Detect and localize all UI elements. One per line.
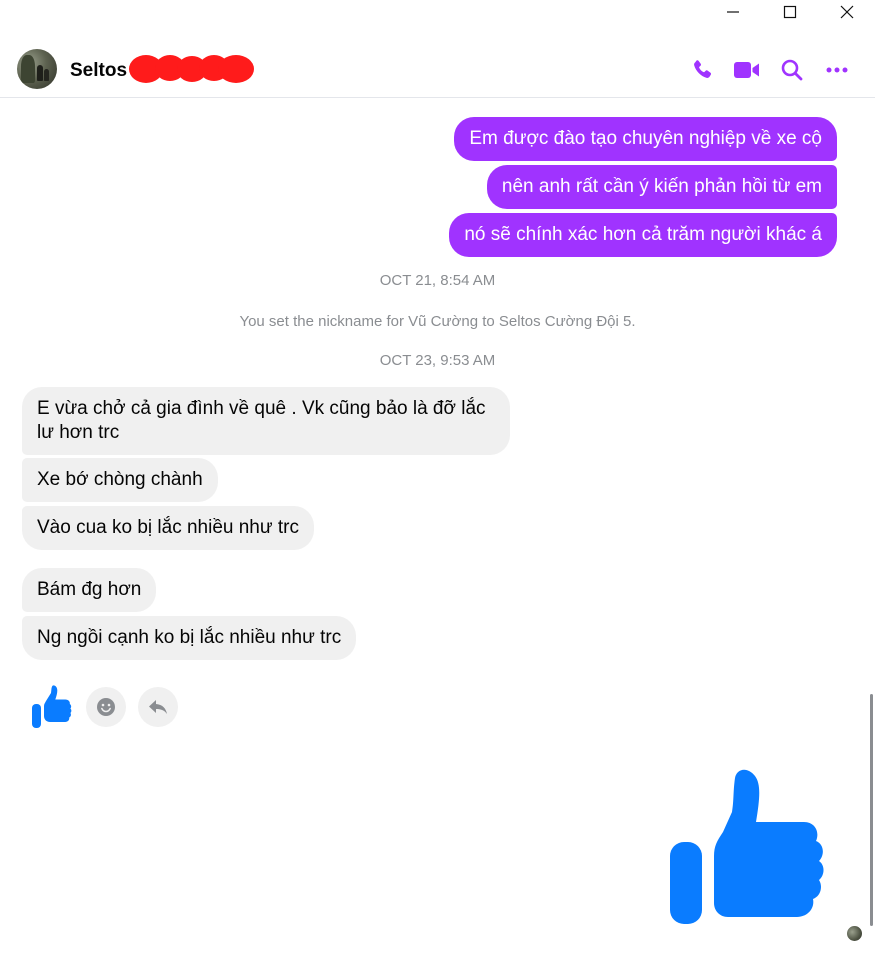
minimize-icon	[726, 11, 739, 13]
thumbs-up-icon[interactable]	[30, 684, 74, 730]
window-controls	[704, 0, 875, 24]
header-actions	[679, 56, 859, 84]
incoming-message[interactable]: Ng ngồi cạnh ko bị lắc nhiều như trc	[22, 616, 357, 660]
maximize-button[interactable]	[761, 0, 818, 24]
timestamp: OCT 23, 9:53 AM	[379, 352, 496, 369]
close-icon	[840, 5, 853, 19]
incoming-message[interactable]: Bám đg hơn	[22, 568, 157, 612]
contact-name[interactable]: Seltos	[70, 60, 127, 82]
video-call-button[interactable]	[724, 56, 769, 84]
contact-avatar[interactable]	[17, 49, 57, 89]
search-conversation-button[interactable]	[769, 56, 814, 84]
maximize-icon	[783, 5, 796, 19]
more-options-button[interactable]	[814, 56, 859, 84]
reply-button[interactable]	[138, 687, 178, 727]
incoming-message[interactable]: Xe bớ chòng chành	[22, 458, 218, 502]
phone-icon	[693, 60, 711, 78]
smiley-icon	[97, 698, 115, 716]
reply-icon	[149, 700, 167, 714]
minimize-button[interactable]	[704, 0, 761, 24]
scrollbar[interactable]	[870, 694, 873, 926]
outgoing-message[interactable]: nó sẽ chính xác hơn cả trăm người khác á	[449, 213, 837, 257]
react-button[interactable]	[86, 687, 126, 727]
incoming-message[interactable]: E vừa chở cả gia đình về quê . Vk cũng b…	[22, 387, 510, 455]
conversation-header: Seltos	[0, 36, 875, 98]
incoming-message[interactable]: Vào cua ko bị lắc nhiều như trc	[22, 506, 314, 550]
outgoing-message[interactable]: nên anh rất cần ý kiến phản hồi từ em	[486, 165, 837, 209]
system-note: You set the nickname for Vũ Cường to Sel…	[239, 313, 636, 330]
close-button[interactable]	[818, 0, 875, 24]
audio-call-button[interactable]	[679, 56, 724, 84]
timestamp: OCT 21, 8:54 AM	[379, 272, 496, 289]
video-camera-icon	[733, 62, 759, 78]
thumbs-up-icon[interactable]	[668, 764, 824, 926]
message-reactions	[30, 684, 178, 730]
redaction-marks	[129, 55, 254, 83]
seen-avatar	[847, 926, 862, 941]
outgoing-message[interactable]: Em được đào tạo chuyên nghiệp về xe cộ	[454, 117, 837, 161]
more-options-icon	[826, 67, 847, 73]
search-icon	[781, 59, 802, 81]
